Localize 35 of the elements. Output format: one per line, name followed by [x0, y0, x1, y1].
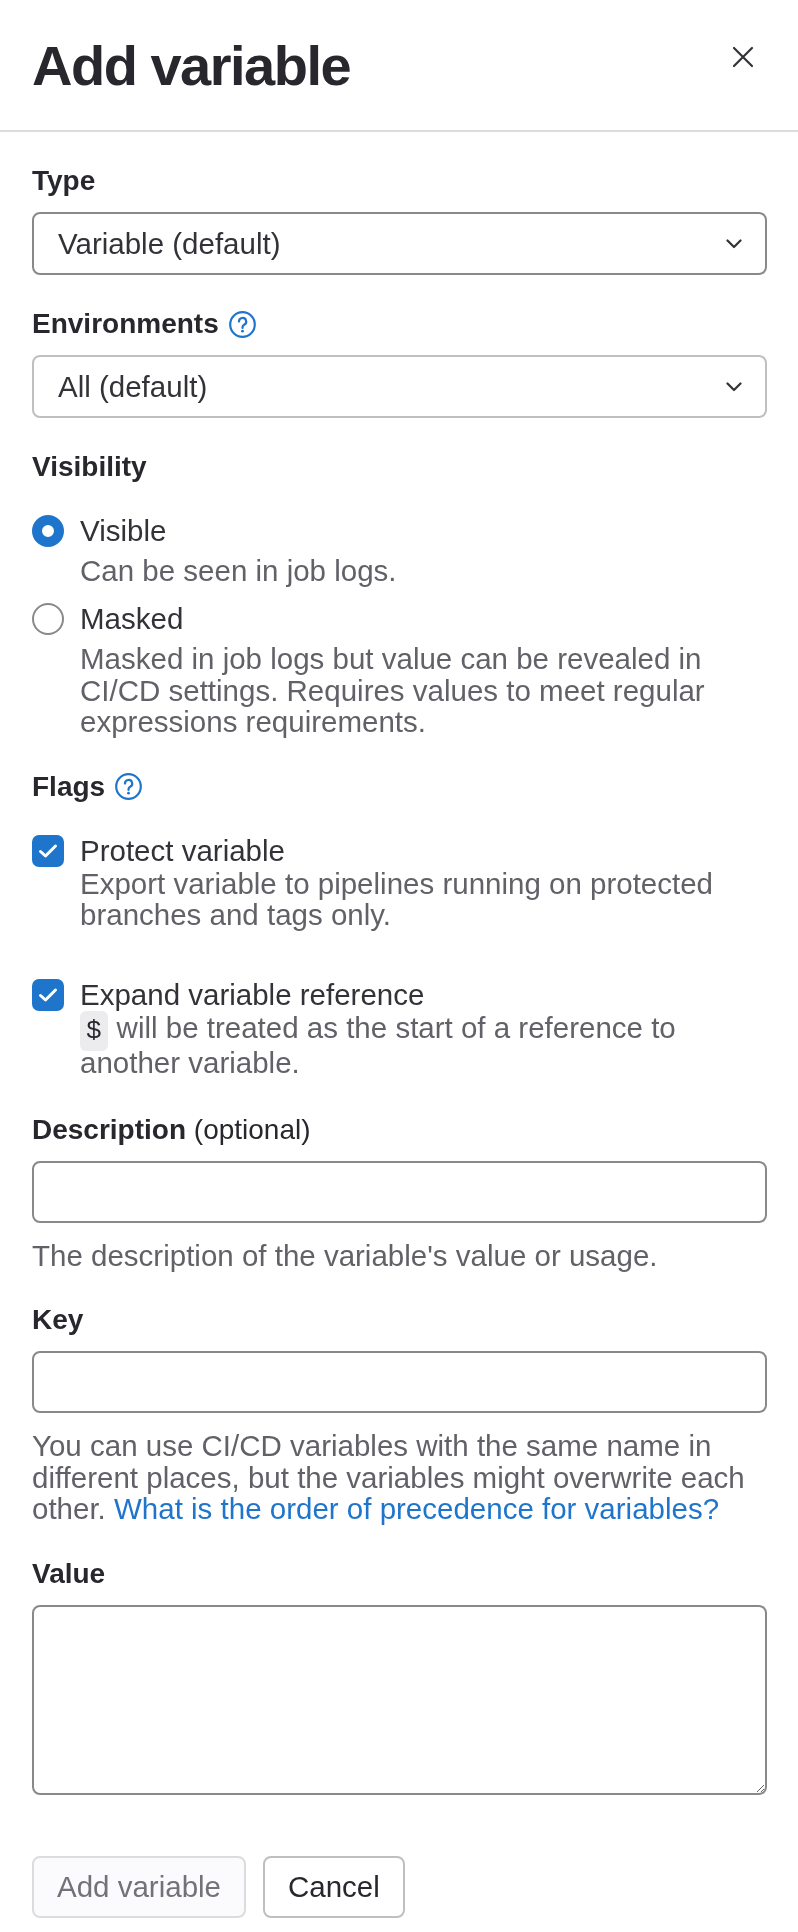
- help-text: You can use CI/CD variables with the same name in different places, but the variables might overwrite each other. What is the order of precedence for variables?: [32, 1430, 746, 1525]
- check-icon: [38, 986, 58, 1003]
- value-textarea[interactable]: [32, 1604, 767, 1795]
- help-icon[interactable]: [228, 310, 256, 338]
- chevron-down-icon: [726, 381, 742, 392]
- type-select[interactable]: Variable (default): [32, 212, 767, 275]
- checkbox[interactable]: [32, 978, 64, 1011]
- description-input[interactable]: [32, 1160, 767, 1223]
- radio-button[interactable]: [32, 515, 64, 547]
- help-text: The description of the variable's value or usage.: [32, 1239, 659, 1271]
- field-label: Flags: [32, 770, 106, 803]
- close-icon: [732, 46, 754, 68]
- drawer-title: Add variable: [32, 34, 351, 98]
- cancel-button[interactable]: Cancel: [263, 1855, 405, 1918]
- option-label: Expand variable reference: [80, 978, 426, 1010]
- option-description: Can be seen in job logs.: [80, 555, 398, 587]
- option-description: Masked in job logs but value can be revealed in CI/CD settings. Requires values to meet regular expressions requirements.: [80, 643, 706, 738]
- option-label: Masked: [80, 603, 185, 635]
- field-label: Type: [32, 165, 96, 197]
- field-label: Key: [32, 1304, 84, 1336]
- option-description: $ will be treated as the start of a reference to another variable.: [80, 1011, 677, 1079]
- field-label: Visibility: [32, 451, 147, 483]
- help-icon[interactable]: [115, 773, 143, 800]
- option-label: Protect variable: [80, 834, 286, 866]
- field-label: Description (optional): [32, 1113, 311, 1146]
- option-label: Visible: [80, 515, 168, 547]
- option-description: Export variable to pipelines running on protected branches and tags only.: [80, 867, 714, 931]
- checkbox[interactable]: [32, 834, 64, 867]
- chevron-down-icon: [726, 238, 742, 249]
- field-label: Value: [32, 1557, 106, 1590]
- key-input[interactable]: [32, 1351, 767, 1413]
- field-label: Environments: [32, 308, 219, 340]
- check-icon: [38, 842, 58, 859]
- radio-button[interactable]: [32, 603, 64, 635]
- environments-dropdown[interactable]: All (default): [32, 355, 767, 418]
